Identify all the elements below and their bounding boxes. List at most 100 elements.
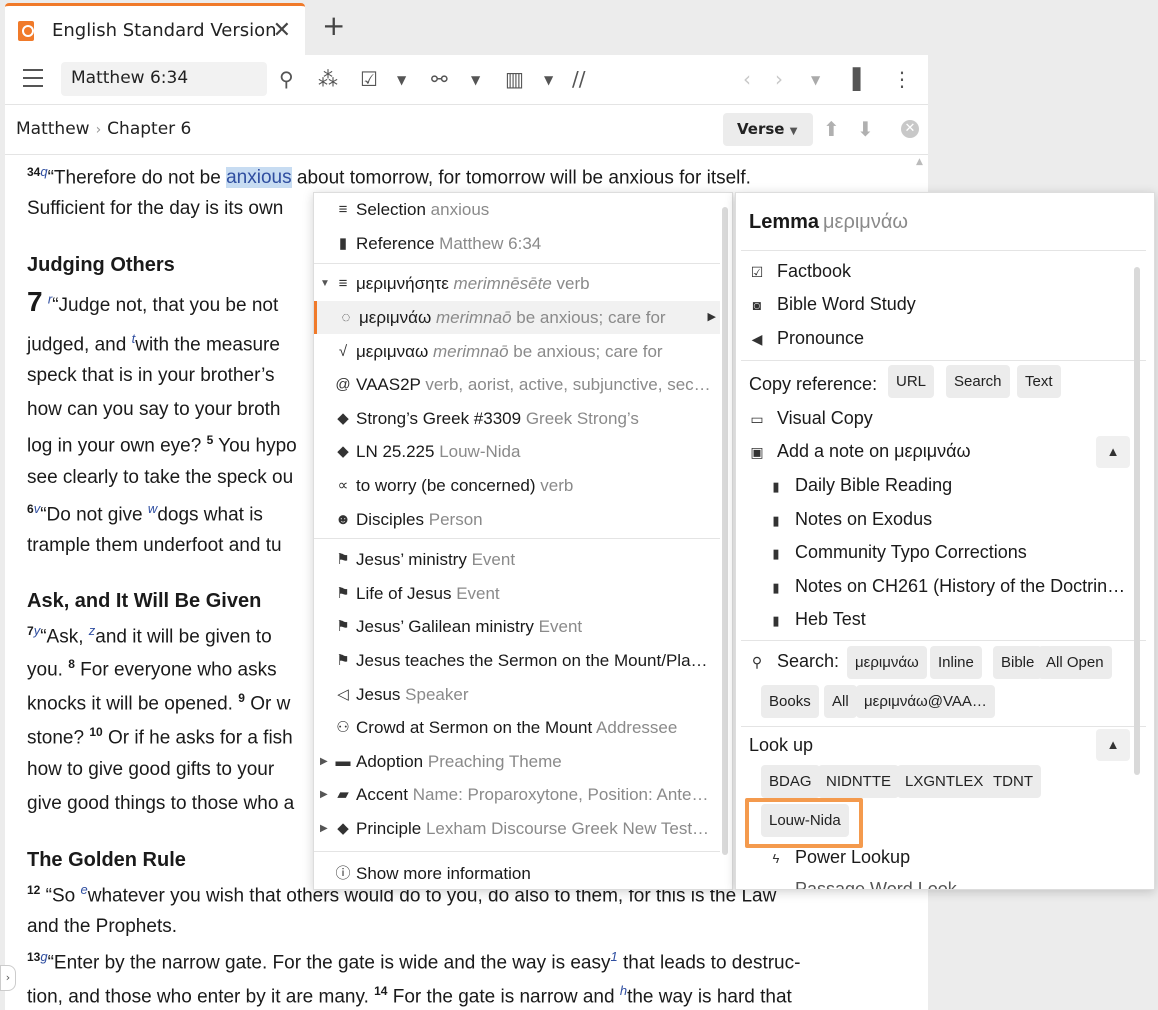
search-books-button[interactable]: Books [761, 685, 819, 718]
menu-item-louw-nida[interactable]: ◆ LN 25.225 Louw-Nida [314, 435, 720, 468]
menu-item-speaker[interactable]: ◁ Jesus Speaker [314, 678, 720, 711]
menu-item-strongs[interactable]: ◆ Strong’s Greek #3309 Greek Strong’s [314, 402, 720, 435]
sense-icon: ∝ [337, 477, 349, 494]
diamond-icon: ◆ [337, 820, 349, 837]
lookup-nidntte-button[interactable]: NIDNTTE [818, 765, 899, 798]
verse-dropdown[interactable]: Verse ▼ [723, 113, 813, 146]
notebook-item[interactable]: ▮ Notes on Exodus [769, 504, 932, 534]
visual-copy-link[interactable]: ▭ Visual Copy [749, 403, 872, 433]
menu-item-event[interactable]: ⚑ Jesus’ Galilean ministry Event [314, 610, 720, 643]
notebook-item[interactable]: ▮ Heb Test [769, 604, 865, 634]
add-note-link[interactable]: ▣ Add a note on μεριμνάω [749, 436, 970, 466]
menu-item-selection[interactable]: ≡ Selection anxious [314, 193, 720, 226]
checklist-icon[interactable]: ☑ [360, 67, 378, 91]
search-icon[interactable]: ⚲ [279, 67, 294, 91]
panel-layout-icon[interactable]: ▐ [845, 67, 860, 91]
text-line: give good things to those who a [27, 793, 295, 814]
selected-word[interactable]: anxious [226, 167, 292, 189]
search-all-button[interactable]: All [824, 685, 857, 718]
chevron-down-icon[interactable]: ▼ [397, 73, 406, 87]
root-icon: √ [338, 343, 348, 360]
expand-caret-icon[interactable]: ▼ [320, 267, 330, 300]
search-all-open-button[interactable]: All Open [1038, 646, 1112, 679]
menu-item-disciples[interactable]: ☻ Disciples Person [314, 503, 720, 536]
reference-input[interactable]: Matthew 6:34 [61, 62, 267, 96]
forward-icon[interactable]: › [775, 67, 783, 91]
arrow-down-icon[interactable]: ⬇ [857, 117, 874, 141]
columns-icon[interactable]: ▥ [505, 67, 524, 91]
chevron-down-icon[interactable]: ▼ [544, 73, 553, 87]
notebook-item[interactable]: ▮ Daily Bible Reading [769, 470, 952, 500]
visual-filter-icon[interactable]: ⁂ [318, 67, 338, 91]
expand-caret-icon[interactable]: ▶ [320, 812, 328, 845]
notebook-icon: ▮ [772, 479, 780, 494]
bookmark-icon: ▮ [338, 235, 348, 252]
menu-item-reference[interactable]: ▮ Reference Matthew 6:34 [314, 227, 720, 260]
lookup-bdag-button[interactable]: BDAG [761, 765, 820, 798]
menu-item-morph[interactable]: @ VAAS2P verb, aorist, active, subjunctiv… [314, 368, 720, 401]
menu-item-event[interactable]: ⚑ Life of Jesus Event [314, 577, 720, 610]
interlinear-icon[interactable]: ⚯ [431, 67, 448, 91]
lookup-tdnt-button[interactable]: TDNT [985, 765, 1041, 798]
history-dropdown-icon[interactable]: ▼ [811, 73, 820, 87]
text-line: 13g“Enter by the narrow gate. For the ga… [27, 949, 801, 974]
breadcrumb-book[interactable]: Matthew [16, 119, 90, 139]
lemma-icon: ◌ [341, 309, 351, 326]
clear-icon[interactable]: ✕ [901, 120, 919, 138]
note-icon: ▣ [750, 444, 764, 460]
more-icon[interactable]: ⋮ [892, 67, 912, 91]
verse-34: 34q“Therefore do not be anxious about to… [27, 164, 751, 189]
menu-item-event[interactable]: ⚑ Jesus’ ministry Event [314, 543, 720, 576]
parallel-icon[interactable]: // [572, 67, 585, 91]
menu-item-addressee[interactable]: ⚇ Crowd at Sermon on the Mount Addressee [314, 711, 720, 744]
notebook-icon: ▮ [772, 546, 780, 561]
close-icon[interactable]: ✕ [273, 18, 291, 43]
expand-caret-icon[interactable]: ▶ [320, 778, 328, 811]
menu-item-event[interactable]: ⚑ Jesus teaches the Sermon on the Mount/P… [314, 644, 720, 677]
search-bible-button[interactable]: Bible [993, 646, 1043, 679]
search-morph-button[interactable]: μεριμνάω@VAA… [856, 685, 995, 718]
scroll-up-icon[interactable]: ▲ [916, 157, 923, 167]
pane-scrollbar[interactable] [1134, 267, 1140, 775]
menu-item-inflected[interactable]: ▼ ≡ μεριμνήσητε merimnēsēte verb [314, 267, 720, 300]
lookup-lxgntlex-button[interactable]: LXGNTLEX [897, 765, 992, 798]
factbook-icon: ☑ [750, 264, 764, 280]
breadcrumb: Matthew › Chapter 6 [16, 119, 192, 139]
text-line: how can you say to your broth [27, 399, 281, 420]
text-line: 6v“Do not give wdogs what is [27, 501, 263, 526]
collapse-notes-icon[interactable]: ▲ [1096, 436, 1130, 468]
highlight-frame [745, 798, 863, 848]
bible-word-study-link[interactable]: ◙ Bible Word Study [749, 289, 916, 319]
expand-caret-icon[interactable]: ▶ [320, 745, 328, 778]
notebook-item[interactable]: ▮ Notes on CH261 (History of the Doctrin… [769, 571, 1125, 601]
menu-item-principle[interactable]: ▶ ◆ Principle Lexham Discourse Greek New T… [314, 812, 720, 845]
menu-item-lemma[interactable]: ◌ μεριμνάω merimnaō be anxious; care for ▶ [314, 301, 720, 334]
notebook-item[interactable]: ▮ Community Typo Corrections [769, 537, 1026, 567]
text-line: see clearly to take the speck ou [27, 467, 294, 488]
show-more-information[interactable]: ⓘ Show more information [314, 857, 720, 890]
add-tab-icon[interactable]: + [322, 12, 345, 40]
chevron-down-icon[interactable]: ▼ [471, 73, 480, 87]
menu-item-sense[interactable]: ∝ to worry (be concerned) verb [314, 469, 720, 502]
menu-scrollbar[interactable] [722, 207, 728, 855]
factbook-link[interactable]: ☑ Factbook [749, 256, 851, 286]
expand-panel-icon[interactable]: › [0, 965, 16, 991]
copy-text-button[interactable]: Text [1017, 365, 1061, 398]
menu-item-root[interactable]: √ μεριμναω merimnaō be anxious; care for [314, 335, 720, 368]
back-icon[interactable]: ‹ [743, 67, 751, 91]
menu-item-accent[interactable]: ▶ ▰ Accent Name: Proparoxytone, Position: … [314, 778, 720, 811]
pronounce-link[interactable]: ◀ Pronounce [749, 323, 864, 353]
tab-esv[interactable]: English Standard Version ✕ [5, 3, 305, 55]
copy-search-button[interactable]: Search [946, 365, 1010, 398]
breadcrumb-chapter[interactable]: Chapter 6 [107, 119, 191, 139]
menu-item-preaching-theme[interactable]: ▶ ▬ Adoption Preaching Theme [314, 745, 720, 778]
lightning-icon: ϟ [772, 851, 780, 866]
search-lemma-button[interactable]: μεριμνάω [847, 646, 927, 679]
copy-url-button[interactable]: URL [888, 365, 935, 398]
menu-icon[interactable] [23, 69, 43, 87]
search-inline-button[interactable]: Inline [930, 646, 982, 679]
arrow-up-icon[interactable]: ⬆ [823, 117, 840, 141]
section-heading: The Golden Rule [27, 849, 186, 871]
passage-word-lookup-link[interactable]: ⊸Passage Word Look… [769, 874, 975, 889]
collapse-lookup-icon[interactable]: ▲ [1096, 729, 1130, 761]
